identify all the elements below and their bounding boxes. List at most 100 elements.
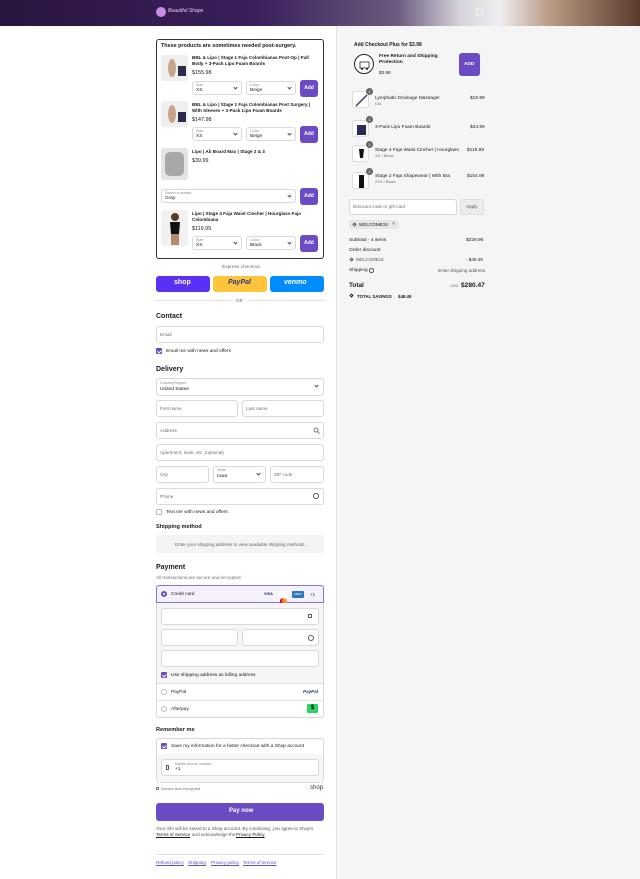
visa-icon: VISA [264, 592, 273, 596]
total-label: Total [349, 282, 364, 289]
product-image-graphic [165, 152, 184, 176]
product-price: $155.98 [192, 70, 212, 76]
phone-field[interactable] [156, 488, 324, 505]
news-checkbox[interactable] [156, 348, 162, 354]
shipping-method-heading: Shipping method [156, 524, 202, 530]
product-image-graphic [168, 105, 186, 123]
store-logo-text[interactable]: Beautiful Shape [168, 8, 203, 14]
product-image [161, 55, 188, 81]
save-info-checkbox[interactable] [161, 743, 167, 749]
footer-link-refund[interactable]: Refund policy [156, 860, 184, 865]
last-name-placeholder: Last name [246, 406, 268, 411]
product-name-cont: With Sleeves + 3-Pack Lipo Foam Boards [192, 108, 282, 113]
discount-value: - $49.49 [466, 257, 483, 262]
addon-name-cont: Protection [379, 60, 403, 65]
remember-heading: Remember me [156, 727, 195, 733]
color-value: Beige [250, 134, 263, 139]
order-item-image [352, 172, 369, 189]
payment-heading: Payment [156, 564, 186, 571]
order-discount-label: Order discount [349, 248, 381, 253]
product-price: $119.99 [192, 226, 212, 232]
order-item-price: $19.99 [470, 96, 485, 101]
billing-checkbox[interactable] [161, 672, 167, 678]
upsell-title: These products are sometimes needed post… [161, 43, 297, 49]
legal-text: Your info will be saved to a Shop accoun… [156, 826, 314, 831]
shipping-method-message: Enter your shipping address to view avai… [175, 542, 306, 547]
add-button[interactable]: Add [300, 80, 318, 97]
divider-line [157, 700, 323, 701]
order-item-image [352, 145, 369, 162]
footer-link-terms[interactable]: Terms of service [243, 860, 276, 865]
help-icon[interactable] [369, 268, 374, 273]
total-value: $280.47 [461, 282, 485, 289]
remove-discount-icon[interactable]: × [392, 221, 395, 228]
product-name-cont: Body + 3-Pack Lipo Foam Boards [192, 61, 266, 66]
footer-link-shipping[interactable]: Shipping [188, 860, 206, 865]
email-field[interactable] [156, 326, 324, 343]
color-value: Black [250, 243, 262, 248]
help-icon[interactable] [313, 493, 319, 499]
terms-of-service-link[interactable]: Terms of Service [156, 832, 190, 837]
variant-value: Gray [165, 196, 176, 201]
text-offers-checkbox[interactable] [156, 509, 162, 515]
add-button[interactable]: Add [300, 188, 318, 205]
discount-code-applied: WELCOME15 [356, 257, 384, 262]
discount-tag-code: WELCOME15 [359, 222, 388, 227]
legal-text-end: . [264, 832, 266, 837]
order-item-name: 3-Pack Lipo Foam Boards [375, 125, 431, 130]
venmo-label: venmo [284, 279, 307, 286]
order-item-price: $34.99 [470, 125, 485, 130]
phone-icon [166, 765, 169, 770]
privacy-policy-link[interactable]: Privacy Policy [236, 832, 265, 837]
color-value: Beige [250, 88, 263, 93]
express-checkout-label: Express checkout [222, 265, 260, 270]
order-item-image [352, 120, 369, 137]
mastercard-icon [279, 591, 288, 604]
product-image [161, 210, 188, 246]
add-button[interactable]: Add [300, 235, 318, 252]
shop-pay-label: shop [174, 279, 191, 286]
state-label: State [217, 468, 226, 472]
addon-price: $3.98 [379, 70, 391, 75]
store-logo-icon[interactable] [156, 7, 166, 17]
shop-logo-icon: shop [310, 784, 324, 791]
size-label: Size [196, 238, 204, 242]
billing-label: Use shipping address as billing address [171, 672, 256, 678]
city-placeholder: City [160, 472, 168, 477]
protection-icon [354, 54, 374, 74]
expiration-field[interactable] [161, 629, 238, 646]
order-item-graphic [357, 125, 366, 135]
product-image-graphic [170, 213, 180, 245]
payment-subtitle: All transactions are secure and encrypte… [156, 575, 242, 580]
help-icon[interactable] [308, 635, 314, 641]
subtotal-value: $329.96 [466, 238, 484, 243]
product-name: Lipo | Stage 4 Faja Waist Cincher | Hour… [192, 211, 301, 216]
total-savings-label: TOTAL SAVINGS [357, 293, 392, 299]
paypal-logo-icon: PayPal [303, 689, 319, 694]
quantity-badge: 1 [366, 88, 373, 95]
order-item-graphic [359, 175, 364, 188]
card-number-field[interactable] [161, 608, 319, 625]
address-field[interactable] [156, 422, 324, 439]
address-placeholder: Address [160, 428, 177, 433]
paypal-radio[interactable] [161, 689, 167, 695]
name-on-card-field[interactable] [161, 650, 319, 667]
paypal-label: PayPal [228, 279, 251, 286]
product-image-graphic [168, 59, 186, 77]
add-button[interactable]: Add [300, 126, 318, 143]
quantity-badge: 1 [366, 116, 373, 123]
mobile-value: +1 [175, 767, 181, 772]
order-item-price: $119.99 [467, 148, 484, 153]
pay-now-label: Pay now [229, 808, 254, 814]
cart-icon[interactable] [476, 8, 483, 16]
quantity-badge: 1 [366, 168, 373, 175]
protection-icon-graphic [359, 61, 370, 70]
divider-line [249, 300, 324, 301]
product-image [161, 148, 188, 180]
order-item-price: $154.99 [467, 174, 485, 179]
footer-link-privacy[interactable]: Privacy policy [211, 860, 239, 865]
product-name: Lipo | Ab Board Max | Stage 2 & 3 [192, 149, 265, 154]
variant-label: Select a variant [165, 191, 192, 195]
country-label: Country/Region [160, 381, 187, 385]
afterpay-radio[interactable] [161, 706, 167, 712]
